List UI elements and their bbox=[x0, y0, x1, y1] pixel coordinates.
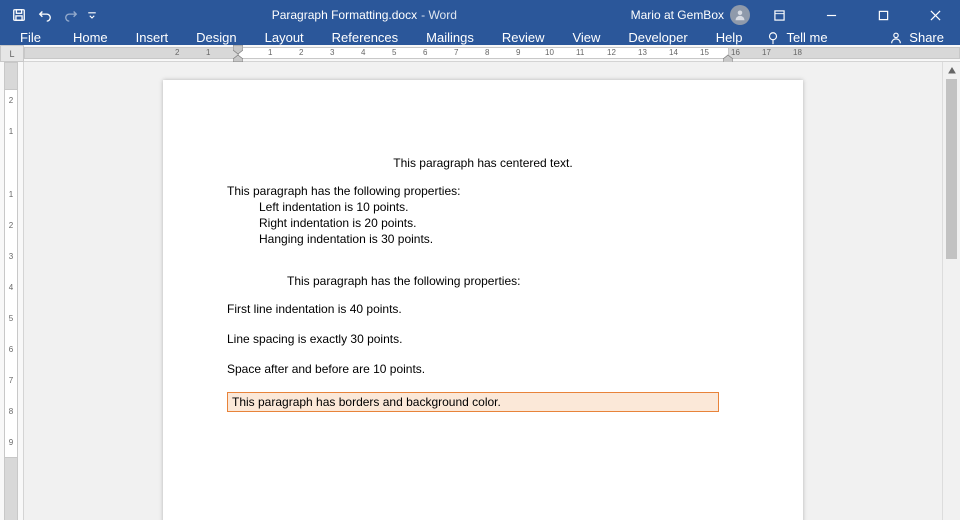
paragraph-first-line-indent[interactable]: First line indentation is 40 points. bbox=[227, 302, 739, 316]
h-ruler-num: 2 bbox=[299, 48, 303, 57]
h-ruler-num: 3 bbox=[330, 48, 334, 57]
tab-file[interactable]: File bbox=[0, 30, 59, 45]
h-ruler-num: 7 bbox=[454, 48, 458, 57]
tab-design[interactable]: Design bbox=[182, 30, 250, 45]
horizontal-ruler[interactable]: 2 1 1 2 3 4 5 6 7 8 9 10 11 12 13 14 15 … bbox=[24, 45, 960, 62]
v-ruler-num: 9 bbox=[6, 438, 16, 447]
paragraph-left-indent[interactable]: Left indentation is 10 points. bbox=[259, 200, 739, 214]
h-ruler-num: 12 bbox=[607, 48, 616, 57]
page-wrapper: This paragraph has centered text. This p… bbox=[24, 62, 942, 520]
save-icon[interactable] bbox=[8, 4, 30, 26]
quick-access-toolbar bbox=[0, 4, 98, 26]
page[interactable]: This paragraph has centered text. This p… bbox=[163, 80, 803, 520]
titlebar-right: Mario at GemBox bbox=[631, 0, 960, 30]
tab-view[interactable]: View bbox=[558, 30, 614, 45]
qat-dropdown-icon[interactable] bbox=[86, 4, 98, 26]
h-ruler-num: 17 bbox=[762, 48, 771, 57]
tab-help[interactable]: Help bbox=[702, 30, 757, 45]
tab-insert[interactable]: Insert bbox=[122, 30, 183, 45]
titlebar: Paragraph Formatting.docx - Word Mario a… bbox=[0, 0, 960, 30]
main-area: L 2 1 1 2 3 4 5 6 7 8 9 10 bbox=[0, 45, 960, 520]
redo-icon[interactable] bbox=[60, 4, 82, 26]
v-scroll-track[interactable] bbox=[943, 79, 960, 520]
v-ruler-num: 4 bbox=[6, 283, 16, 292]
close-icon[interactable] bbox=[912, 0, 958, 30]
minimize-icon[interactable] bbox=[808, 0, 854, 30]
share-label: Share bbox=[909, 30, 944, 45]
h-ruler-num: 2 bbox=[175, 48, 179, 57]
paragraph-bordered[interactable]: This paragraph has borders and backgroun… bbox=[227, 392, 719, 412]
document-name: Paragraph Formatting.docx bbox=[272, 8, 417, 22]
scroll-up-icon[interactable] bbox=[943, 62, 960, 79]
v-ruler-num: 1 bbox=[6, 190, 16, 199]
document-viewport: This paragraph has centered text. This p… bbox=[24, 62, 960, 520]
paragraph-space-before-after[interactable]: Space after and before are 10 points. bbox=[227, 362, 739, 376]
ribbon-tabs: File Home Insert Design Layout Reference… bbox=[0, 30, 960, 45]
tab-developer[interactable]: Developer bbox=[614, 30, 701, 45]
v-ruler-num: 2 bbox=[6, 96, 16, 105]
undo-icon[interactable] bbox=[34, 4, 56, 26]
h-ruler-num: 14 bbox=[669, 48, 678, 57]
v-ruler-num: 7 bbox=[6, 376, 16, 385]
app-name: - Word bbox=[421, 8, 457, 22]
v-scroll-thumb[interactable] bbox=[946, 79, 957, 259]
h-ruler-num: 4 bbox=[361, 48, 365, 57]
maximize-icon[interactable] bbox=[860, 0, 906, 30]
h-ruler-num: 15 bbox=[700, 48, 709, 57]
paragraph-hanging-indent[interactable]: Hanging indentation is 30 points. bbox=[259, 232, 739, 246]
h-ruler-num: 6 bbox=[423, 48, 427, 57]
h-ruler-num: 18 bbox=[793, 48, 802, 57]
ribbon-display-options-icon[interactable] bbox=[756, 0, 802, 30]
user-name[interactable]: Mario at GemBox bbox=[631, 8, 724, 22]
v-ruler-num: 3 bbox=[6, 252, 16, 261]
tab-mailings[interactable]: Mailings bbox=[412, 30, 488, 45]
h-ruler-num: 11 bbox=[576, 48, 584, 57]
avatar[interactable] bbox=[730, 5, 750, 25]
tab-references[interactable]: References bbox=[318, 30, 412, 45]
paragraph-props-heading-2[interactable]: This paragraph has the following propert… bbox=[287, 274, 739, 288]
h-ruler-num: 10 bbox=[545, 48, 554, 57]
v-ruler-num: 1 bbox=[6, 127, 16, 136]
right-column: 2 1 1 2 3 4 5 6 7 8 9 10 11 12 13 14 15 … bbox=[24, 45, 960, 520]
h-ruler-num: 9 bbox=[516, 48, 520, 57]
tab-review[interactable]: Review bbox=[488, 30, 559, 45]
vertical-ruler[interactable]: 2 1 1 2 3 4 5 6 7 8 9 10 bbox=[0, 62, 24, 520]
window-title: Paragraph Formatting.docx - Word bbox=[98, 8, 631, 22]
vertical-scrollbar[interactable] bbox=[942, 62, 960, 520]
v-ruler-num: 5 bbox=[6, 314, 16, 323]
paragraph-props-heading[interactable]: This paragraph has the following propert… bbox=[227, 184, 739, 198]
paragraph-line-spacing[interactable]: Line spacing is exactly 30 points. bbox=[227, 332, 739, 346]
h-ruler-num: 5 bbox=[392, 48, 396, 57]
tell-me-label: Tell me bbox=[786, 30, 827, 45]
h-ruler-num: 1 bbox=[268, 48, 272, 57]
h-ruler-num: 1 bbox=[206, 48, 210, 57]
paragraph-right-indent[interactable]: Right indentation is 20 points. bbox=[259, 216, 739, 230]
paragraph-centered[interactable]: This paragraph has centered text. bbox=[227, 156, 739, 170]
v-ruler-num: 6 bbox=[6, 345, 16, 354]
v-ruler-num: 2 bbox=[6, 221, 16, 230]
h-ruler-num: 13 bbox=[638, 48, 647, 57]
left-gutter: L 2 1 1 2 3 4 5 6 7 8 9 10 bbox=[0, 45, 24, 520]
v-ruler-num: 8 bbox=[6, 407, 16, 416]
tab-home[interactable]: Home bbox=[59, 30, 122, 45]
h-ruler-num: 8 bbox=[485, 48, 489, 57]
share-button[interactable]: Share bbox=[873, 30, 960, 45]
tab-layout[interactable]: Layout bbox=[251, 30, 318, 45]
tab-selector[interactable]: L bbox=[0, 45, 24, 62]
tell-me-search[interactable]: Tell me bbox=[756, 30, 837, 45]
